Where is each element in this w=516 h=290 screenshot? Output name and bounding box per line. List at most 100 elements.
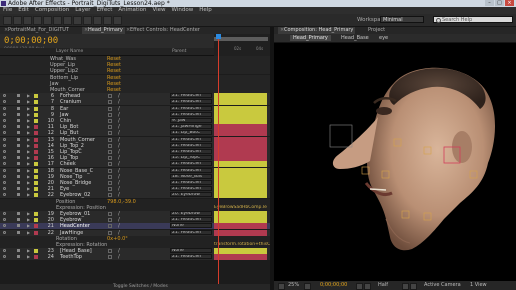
label-color-swatch[interactable]: [34, 100, 38, 105]
reset-link[interactable]: Reset: [107, 75, 121, 81]
quality-switch-icon[interactable]: /: [118, 174, 120, 180]
eye-icon[interactable]: [3, 112, 6, 116]
layer-row[interactable]: ▶ 24 TeethTop / 21. HeadCen: [0, 254, 270, 261]
quality-switch-icon[interactable]: /: [118, 155, 120, 161]
eye-icon[interactable]: [3, 156, 6, 160]
layer-name[interactable]: Lip_TopC: [60, 149, 82, 155]
tab-composition[interactable]: ×Composition: Head_Primary: [278, 27, 356, 34]
minimize-button[interactable]: –: [485, 0, 494, 6]
parent-select[interactable]: 15. Lip_TopC: [170, 155, 212, 161]
quality-switch-icon[interactable]: /: [118, 130, 120, 136]
label-color-swatch[interactable]: [34, 156, 38, 161]
parent-select[interactable]: 21. HeadCen: [170, 99, 212, 105]
expand-triangle-icon[interactable]: ▶: [27, 93, 30, 99]
layer-row[interactable]: ▶ 18 Nose_Base_C / 21. HeadCen: [0, 167, 270, 174]
layer-name[interactable]: Nose_Tip: [60, 174, 82, 180]
hand-tool-icon[interactable]: [13, 16, 22, 25]
menu-effect[interactable]: Effect: [97, 7, 113, 14]
expand-triangle-icon[interactable]: ▶: [27, 161, 30, 167]
tab-project[interactable]: Project: [366, 27, 387, 34]
eye-icon[interactable]: [3, 162, 6, 166]
quality-switch-icon[interactable]: /: [118, 93, 120, 99]
layer-name[interactable]: Eye: [60, 186, 69, 192]
region-of-interest-icon[interactable]: [402, 283, 409, 290]
shy-switch-icon[interactable]: [108, 168, 112, 173]
eye-icon[interactable]: [3, 94, 6, 98]
quality-switch-icon[interactable]: /: [118, 186, 120, 192]
label-color-swatch[interactable]: [34, 230, 38, 235]
lock-icon[interactable]: [17, 156, 20, 160]
layer-row[interactable]: ▶ 19 Eyebrow_01 / 20. Eyebrow: [0, 211, 270, 217]
layer-row[interactable]: ▶ 8 Ear / 21. HeadCen: [0, 105, 270, 112]
shy-switch-icon[interactable]: [108, 255, 112, 260]
camera-select[interactable]: Active Camera: [424, 282, 461, 289]
parent-select[interactable]: 21. JawHinge: [170, 124, 212, 130]
eye-icon[interactable]: [3, 143, 6, 147]
layer-duration-bar[interactable]: [214, 211, 267, 217]
reset-link[interactable]: Reset: [107, 81, 121, 87]
quality-switch-icon[interactable]: /: [118, 168, 120, 174]
layer-row[interactable]: ▶ 15 Lip_TopC / 21. HeadCen: [0, 149, 270, 155]
expand-triangle-icon[interactable]: ▶: [27, 211, 30, 217]
layer-duration-bar[interactable]: [214, 167, 267, 174]
eye-icon[interactable]: [3, 150, 6, 153]
quality-switch-icon[interactable]: /: [118, 137, 120, 143]
camera-tool-icon[interactable]: [43, 16, 52, 25]
snapshot-icon[interactable]: [356, 283, 363, 290]
lock-icon[interactable]: [17, 106, 20, 110]
layer-row[interactable]: ▶ 14 Lip_Top_2 / 21. HeadCen: [0, 142, 270, 149]
parent-select[interactable]: 20. Eyebrow: [170, 192, 212, 198]
expand-triangle-icon[interactable]: ▶: [27, 112, 30, 118]
layer-name[interactable]: Eyebrow: [60, 217, 81, 223]
eye-icon[interactable]: [3, 131, 6, 135]
label-color-swatch[interactable]: [34, 119, 38, 123]
eye-icon[interactable]: [3, 218, 6, 222]
property-row[interactable]: Position 798.0,-39.0: [0, 198, 270, 205]
label-color-swatch[interactable]: [34, 112, 38, 117]
lock-icon[interactable]: [17, 212, 20, 215]
lock-icon[interactable]: [17, 249, 20, 253]
quality-switch-icon[interactable]: /: [118, 112, 120, 118]
text-tool-icon[interactable]: [73, 16, 82, 25]
layer-duration-bar[interactable]: [214, 180, 267, 186]
label-color-swatch[interactable]: [34, 162, 38, 167]
transparency-grid-icon[interactable]: [410, 283, 417, 290]
always-preview-icon[interactable]: [278, 283, 285, 290]
effect-property-row[interactable]: What_Was Reset: [0, 56, 270, 62]
expand-triangle-icon[interactable]: ▶: [27, 137, 30, 143]
lock-icon[interactable]: [17, 193, 20, 197]
shy-switch-icon[interactable]: [108, 150, 112, 154]
resolution-select[interactable]: Half: [378, 282, 388, 289]
view-layout-select[interactable]: 1 View: [470, 282, 487, 289]
shy-switch-icon[interactable]: [108, 125, 112, 130]
quality-switch-icon[interactable]: /: [118, 211, 120, 217]
expand-triangle-icon[interactable]: ▶: [27, 186, 30, 192]
puppet-tool-icon[interactable]: [113, 16, 122, 25]
anchor-box[interactable]: [329, 124, 353, 148]
label-color-swatch[interactable]: [34, 94, 38, 99]
parent-select[interactable]: 21. HeadCen: [170, 217, 212, 223]
quality-switch-icon[interactable]: /: [118, 230, 120, 236]
effect-property-row[interactable]: Mouth_Corner Reset: [0, 87, 270, 93]
lock-icon[interactable]: [17, 224, 20, 228]
lock-icon[interactable]: [17, 112, 20, 116]
column-parent[interactable]: Parent: [172, 48, 186, 55]
layer-duration-bar[interactable]: [214, 130, 267, 137]
layer-name[interactable]: Cheek: [60, 161, 76, 167]
shy-switch-icon[interactable]: [108, 156, 112, 161]
expand-triangle-icon[interactable]: ▶: [27, 174, 30, 180]
layer-row[interactable]: ▶ 9 Jaw / 21. HeadCen: [0, 111, 270, 118]
layer-duration-bar[interactable]: [214, 186, 267, 193]
lock-icon[interactable]: [17, 119, 20, 122]
menu-layer[interactable]: Layer: [75, 7, 90, 14]
expand-triangle-icon[interactable]: ▶: [27, 168, 30, 174]
layer-duration-bar[interactable]: [214, 223, 267, 230]
expand-triangle-icon[interactable]: ▶: [27, 254, 30, 260]
lock-icon[interactable]: [17, 218, 20, 222]
eye-icon[interactable]: [3, 100, 6, 104]
layer-name[interactable]: Forhead: [60, 93, 80, 99]
reset-link[interactable]: Reset: [107, 87, 121, 93]
lock-icon[interactable]: [17, 100, 20, 104]
reset-link[interactable]: Reset: [107, 62, 121, 68]
layer-name[interactable]: Ear: [60, 106, 68, 112]
